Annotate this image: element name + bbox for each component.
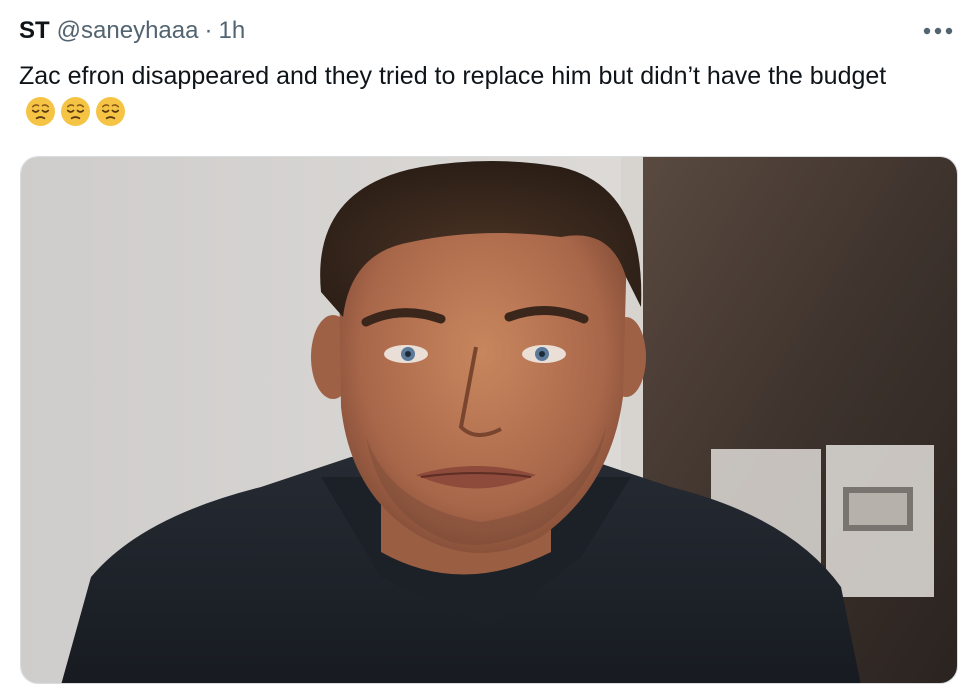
tweet-timestamp[interactable]: 1h (218, 14, 245, 48)
emoji-group (25, 96, 126, 127)
more-options-button[interactable] (918, 16, 958, 46)
tweet-header: ST @saneyhaaa · 1h (19, 14, 245, 48)
relieved-face-emoji (95, 96, 126, 126)
header-separator: · (204, 17, 213, 44)
tweet-card[interactable]: ST @saneyhaaa · 1h Zac efron disappeared… (0, 0, 980, 694)
relieved-face-emoji (25, 96, 56, 126)
tweet-text: Zac efron disappeared and they tried to … (19, 58, 949, 132)
author-display-name[interactable]: ST (19, 14, 50, 48)
tweet-media-photo[interactable] (20, 156, 958, 684)
more-horizontal-icon (923, 27, 953, 35)
portrait-photo (21, 157, 957, 683)
relieved-face-emoji (60, 96, 91, 126)
tweet-body: Zac efron disappeared and they tried to … (19, 62, 887, 90)
author-handle[interactable]: @saneyhaaa (57, 14, 199, 48)
